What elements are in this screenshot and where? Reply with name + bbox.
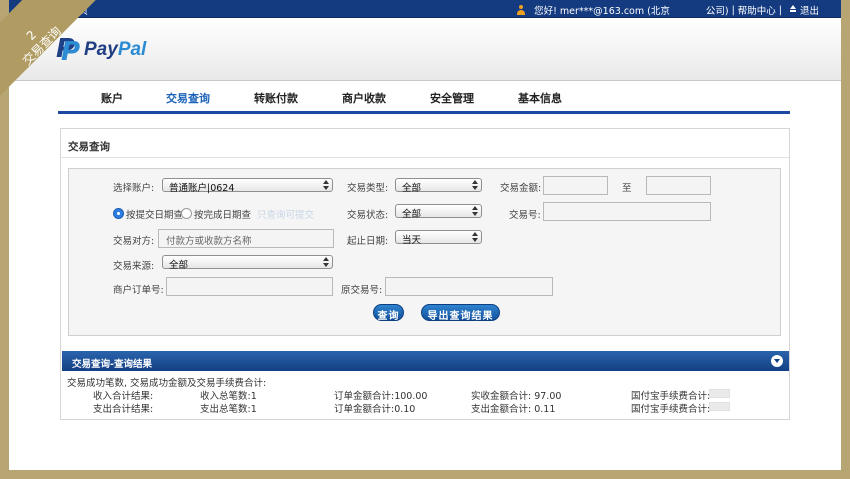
help-link[interactable]: 帮助中心 <box>738 3 776 17</box>
counterparty-placeholder: 付款方或收款方名称 <box>166 236 252 247</box>
main-nav: 账户 交易查询 转账付款 商户收款 安全管理 基本信息 <box>58 82 790 114</box>
txn-no-input[interactable] <box>543 202 711 221</box>
user-icon <box>516 5 526 15</box>
tab-account[interactable]: 账户 <box>101 90 123 106</box>
income-fee-value <box>709 389 730 398</box>
results-title: 交易查询-查询结果 <box>72 359 152 370</box>
select-arrows-icon <box>323 180 329 190</box>
greeting-text: 您好! mer***@163.com (北京 <box>534 6 670 17</box>
status-select-value: 全部 <box>402 209 422 220</box>
income-count: 收入总笔数:1 <box>200 391 257 402</box>
tab-security[interactable]: 安全管理 <box>430 90 474 106</box>
txn-no-label: 交易号: <box>509 210 541 221</box>
expense-fee-value <box>709 402 730 411</box>
top-bar: 首页 您好! mer***@163.com (北京 公司) | 帮助中心 | 退… <box>9 0 841 18</box>
user-area: 您好! mer***@163.com (北京 公司) | 帮助中心 | 退出 <box>516 3 819 17</box>
separator: | <box>778 4 782 16</box>
header: PP PayPal <box>9 18 841 81</box>
amount-to-label: 至 <box>622 183 632 194</box>
paypal-logo[interactable]: PP PayPal <box>56 34 147 67</box>
account-select-value: 普通账户|0624 <box>169 183 235 194</box>
type-select[interactable]: 全部 <box>395 178 482 194</box>
account-select[interactable]: 普通账户|0624 <box>162 178 333 194</box>
select-arrows-icon <box>472 232 478 242</box>
select-arrows-icon <box>472 206 478 216</box>
divider <box>61 157 789 158</box>
type-select-value: 全部 <box>402 183 422 194</box>
expense-actual-amount: 支出金额合计: 0.11 <box>471 404 556 415</box>
app-window: 首页 您好! mer***@163.com (北京 公司) | 帮助中心 | 退… <box>9 0 841 470</box>
type-label: 交易类型: <box>347 183 389 194</box>
logout-link[interactable]: 退出 <box>800 3 819 17</box>
expense-fee-label: 国付宝手续费合计: <box>631 404 711 415</box>
panel-title: 交易查询 <box>68 141 110 153</box>
query-button[interactable]: 查询 <box>373 304 404 322</box>
results-desc: 交易成功笔数, 交易成功金额及交易手续费合计: <box>67 378 267 389</box>
expense-order-amount: 订单金额合计:0.10 <box>334 404 416 415</box>
status-label: 交易状态: <box>347 210 389 221</box>
logout-icon[interactable] <box>789 5 797 13</box>
tab-transfer[interactable]: 转账付款 <box>254 90 298 106</box>
logo-wordmark: PayPal <box>84 39 147 60</box>
counterparty-input[interactable]: 付款方或收款方名称 <box>158 229 334 248</box>
income-label: 收入合计结果: <box>93 391 154 402</box>
results-header: 交易查询-查询结果 <box>62 351 789 371</box>
order-no-label: 商户订单号: <box>113 285 164 296</box>
select-arrows-icon <box>472 180 478 190</box>
period-label: 起止日期: <box>347 236 389 247</box>
source-select-value: 全部 <box>169 260 189 271</box>
period-select[interactable]: 当天 <box>395 230 482 246</box>
order-no-input[interactable] <box>166 277 333 296</box>
income-fee-label: 国付宝手续费合计: <box>631 391 711 402</box>
radio-submit-date[interactable] <box>113 208 124 219</box>
tab-transaction-query[interactable]: 交易查询 <box>166 90 210 106</box>
tab-basic-info[interactable]: 基本信息 <box>518 90 562 106</box>
orig-txn-label: 原交易号: <box>341 285 383 296</box>
status-select[interactable]: 全部 <box>395 204 482 220</box>
expense-label: 支出合计结果: <box>93 404 154 415</box>
period-select-value: 当天 <box>402 235 422 246</box>
amount-label: 交易金额: <box>500 183 542 194</box>
radio-complete-date[interactable] <box>181 208 192 219</box>
account-label: 选择账户: <box>113 183 155 194</box>
income-order-amount: 订单金额合计:100.00 <box>334 391 428 402</box>
separator: | <box>731 4 735 16</box>
expense-count: 支出总笔数:1 <box>200 404 257 415</box>
company-suffix: 公司) <box>705 6 729 17</box>
radio-complete-label: 按完成日期查 <box>194 210 252 221</box>
radio-submit-label: 按提交日期查 <box>126 210 184 221</box>
orig-txn-input[interactable] <box>385 277 553 296</box>
paypal-mark-icon: PP <box>56 34 81 67</box>
query-panel: 交易查询 选择账户: 普通账户|0624 交易类型: 全部 交易金额: 至 按提… <box>60 128 790 420</box>
faint-hint: 只查询可提交 <box>257 210 315 221</box>
amount-max-input[interactable] <box>646 176 711 195</box>
select-arrows-icon <box>323 257 329 267</box>
export-button[interactable]: 导出查询结果 <box>421 304 500 322</box>
source-select[interactable]: 全部 <box>162 255 333 271</box>
counterparty-label: 交易对方: <box>113 236 155 247</box>
collapse-icon[interactable] <box>771 355 783 367</box>
amount-min-input[interactable] <box>543 176 608 195</box>
income-actual-amount: 实收金额合计: 97.00 <box>471 391 562 402</box>
tab-merchant-collect[interactable]: 商户收款 <box>342 90 386 106</box>
source-label: 交易来源: <box>113 261 155 272</box>
query-form: 选择账户: 普通账户|0624 交易类型: 全部 交易金额: 至 按提交日期查 … <box>68 168 781 336</box>
